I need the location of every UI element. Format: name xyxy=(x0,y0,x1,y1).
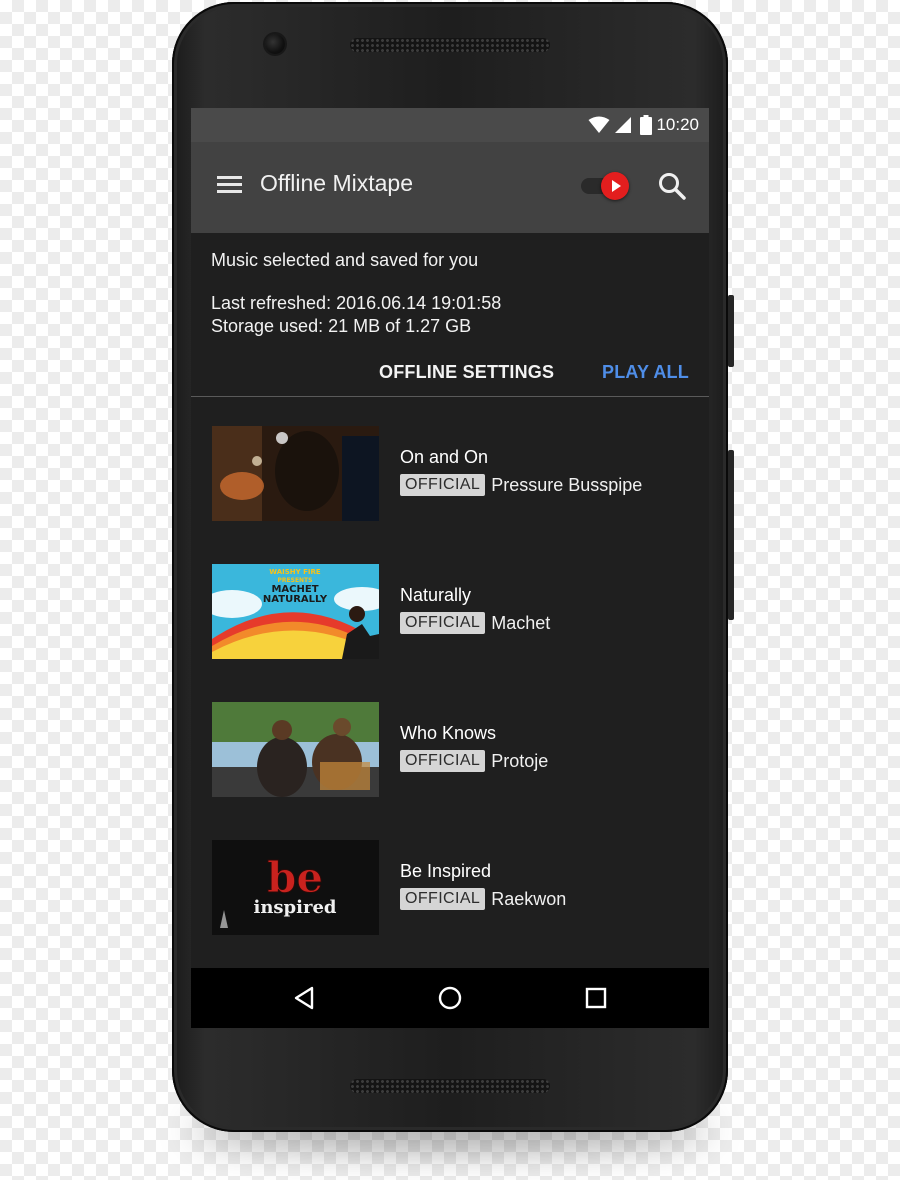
bottom-speaker xyxy=(350,1079,550,1093)
menu-icon[interactable] xyxy=(217,173,245,201)
track-meta: Who Knows OFFICIAL Protoje xyxy=(400,723,548,772)
search-icon[interactable] xyxy=(657,171,687,201)
thumb-text-line2: PRESENTS xyxy=(278,577,313,584)
video-thumbnail[interactable] xyxy=(212,426,379,521)
thumb-text-inspired: inspired xyxy=(253,897,336,918)
recents-icon[interactable] xyxy=(582,984,610,1012)
official-badge: OFFICIAL xyxy=(400,474,486,496)
video-thumbnail[interactable]: be inspired xyxy=(212,840,379,935)
track-title: Be Inspired xyxy=(400,861,492,881)
system-nav-bar xyxy=(191,968,709,1028)
top-speaker xyxy=(350,38,550,52)
track-title: Who Knows xyxy=(400,723,497,743)
list-item[interactable]: On and On OFFICIAL Pressure Busspipe xyxy=(191,397,709,535)
mixtape-actions: OFFLINE SETTINGS PLAY ALL xyxy=(191,338,709,397)
list-item[interactable]: WAISHY FIRE PRESENTS MACHET NATURALLY Na… xyxy=(191,535,709,673)
offline-settings-button[interactable]: OFFLINE SETTINGS xyxy=(379,362,554,383)
track-list: On and On OFFICIAL Pressure Busspipe WAI… xyxy=(191,397,709,949)
thumb-text-be: be xyxy=(267,853,323,902)
status-time: 10:20 xyxy=(656,115,699,134)
track-title: On and On xyxy=(400,447,489,467)
youtube-toggle-icon xyxy=(601,172,629,200)
volume-button xyxy=(728,450,734,620)
video-thumbnail[interactable] xyxy=(212,702,379,797)
official-badge: OFFICIAL xyxy=(400,750,486,772)
track-artist: Protoje xyxy=(491,750,549,771)
home-icon[interactable] xyxy=(436,984,464,1012)
cell-signal-icon xyxy=(615,117,632,133)
mixtape-description: Music selected and saved for you xyxy=(211,250,479,270)
power-button xyxy=(728,295,734,367)
app-toolbar: Offline Mixtape xyxy=(191,142,709,233)
list-item[interactable]: Who Knows OFFICIAL Protoje xyxy=(191,673,709,811)
track-artist: Machet xyxy=(491,612,551,633)
list-item[interactable]: be inspired Be Inspired OFFICIAL Raekwon xyxy=(191,811,709,949)
mixtape-info: Music selected and saved for you Last re… xyxy=(191,233,709,338)
last-refreshed: Last refreshed: 2016.06.14 19:01:58 xyxy=(211,293,502,313)
page-title: Offline Mixtape xyxy=(260,170,413,196)
wifi-icon xyxy=(588,116,610,133)
back-icon[interactable] xyxy=(290,984,318,1012)
front-camera xyxy=(265,34,285,54)
track-artist: Raekwon xyxy=(491,888,567,909)
battery-icon xyxy=(640,115,653,135)
track-title: Naturally xyxy=(400,585,472,605)
official-badge: OFFICIAL xyxy=(400,612,486,634)
track-meta: Naturally OFFICIAL Machet xyxy=(400,585,550,634)
play-all-button[interactable]: PLAY ALL xyxy=(602,362,689,383)
track-artist: Pressure Busspipe xyxy=(491,474,643,495)
track-meta: On and On OFFICIAL Pressure Busspipe xyxy=(400,447,642,496)
official-badge: OFFICIAL xyxy=(400,888,486,910)
storage-used: Storage used: 21 MB of 1.27 GB xyxy=(211,316,472,336)
thumb-text-line4: NATURALLY xyxy=(263,594,328,605)
track-meta: Be Inspired OFFICIAL Raekwon xyxy=(400,861,566,910)
phone-screen: 10:20 Offline Mixtape Music selected and… xyxy=(191,108,709,1028)
status-bar: 10:20 xyxy=(191,108,709,142)
youtube-toggle[interactable] xyxy=(579,168,633,202)
video-thumbnail[interactable]: WAISHY FIRE PRESENTS MACHET NATURALLY xyxy=(212,564,379,659)
thumb-text-line1: WAISHY FIRE xyxy=(269,568,321,576)
